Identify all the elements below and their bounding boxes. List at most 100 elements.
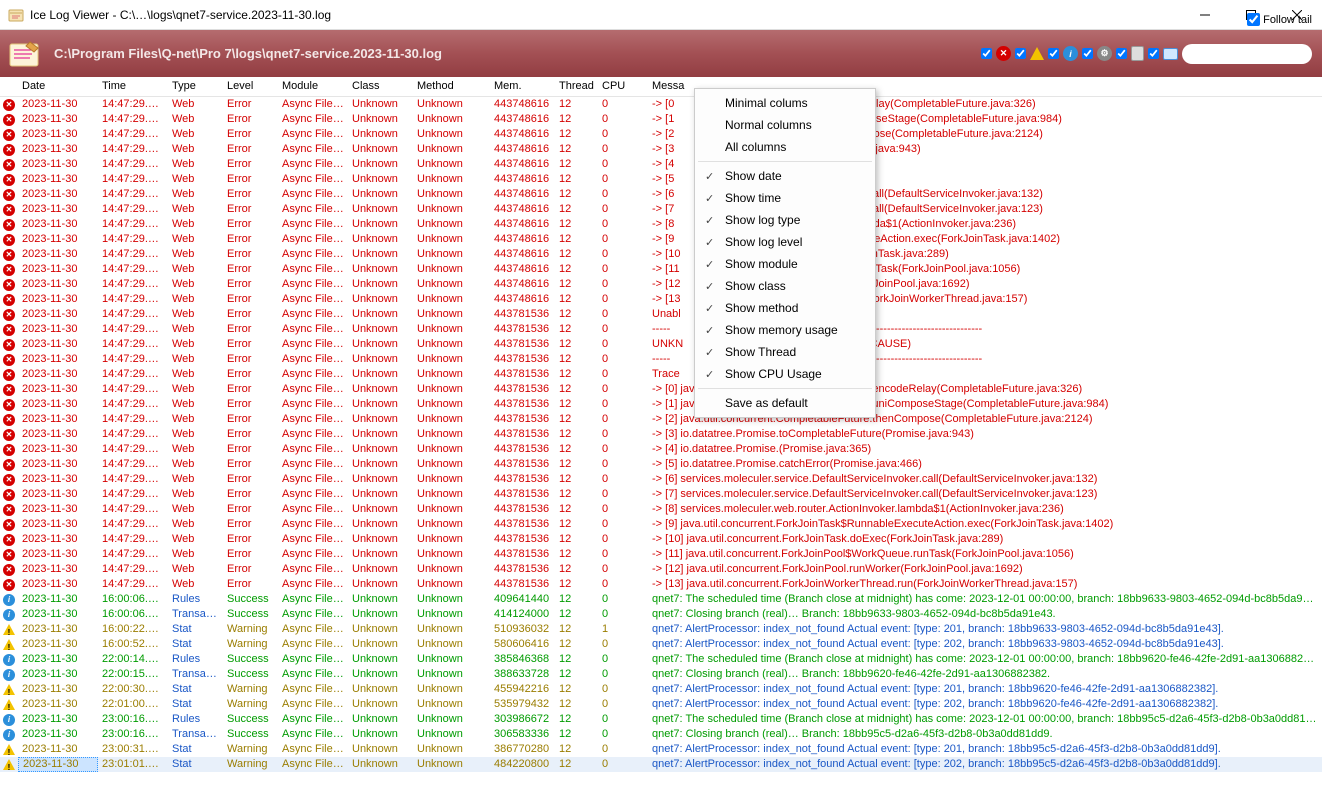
table-row[interactable]: ✕2023-11-3014:47:29.634WebErrorAsync Fil… bbox=[0, 442, 1322, 457]
table-row[interactable]: ✕2023-11-3014:47:29.634WebErrorAsync Fil… bbox=[0, 322, 1322, 337]
context-item[interactable]: Minimal colums bbox=[697, 92, 873, 114]
warning-filter-icon[interactable] bbox=[1030, 47, 1044, 60]
context-item[interactable]: ✓Show time bbox=[697, 187, 873, 209]
header-date[interactable]: Date bbox=[18, 77, 98, 96]
cell-date: 2023-11-30 bbox=[18, 517, 98, 532]
table-row[interactable]: ✕2023-11-3014:47:29.633WebErrorAsync Fil… bbox=[0, 112, 1322, 127]
table-row[interactable]: ✕2023-11-3014:47:29.634WebErrorAsync Fil… bbox=[0, 502, 1322, 517]
header-mem[interactable]: Mem. bbox=[490, 77, 555, 96]
doc-filter-icon[interactable] bbox=[1131, 46, 1144, 61]
table-row[interactable]: ✕2023-11-3014:47:29.634WebErrorAsync Fil… bbox=[0, 382, 1322, 397]
table-row[interactable]: ✕2023-11-3014:47:29.633WebErrorAsync Fil… bbox=[0, 142, 1322, 157]
context-item[interactable]: ✓Show log level bbox=[697, 231, 873, 253]
table-row[interactable]: ✕2023-11-3014:47:29.634WebErrorAsync Fil… bbox=[0, 457, 1322, 472]
cell-method: Unknown bbox=[413, 382, 490, 397]
cell-type: Web bbox=[168, 457, 223, 472]
context-item[interactable]: ✓Show class bbox=[697, 275, 873, 297]
table-row[interactable]: ✕2023-11-3014:47:29.634WebErrorAsync Fil… bbox=[0, 472, 1322, 487]
cell-level: Error bbox=[223, 97, 278, 112]
header-class[interactable]: Class bbox=[348, 77, 413, 96]
table-row[interactable]: ✕2023-11-3014:47:29.634WebErrorAsync Fil… bbox=[0, 532, 1322, 547]
table-row[interactable]: ✕2023-11-3014:47:29.634WebErrorAsync Fil… bbox=[0, 337, 1322, 352]
table-row[interactable]: ✕2023-11-3014:47:29.634WebErrorAsync Fil… bbox=[0, 517, 1322, 532]
filter-doc-check[interactable] bbox=[1116, 48, 1127, 59]
follow-tail-checkbox[interactable]: Follow tail bbox=[1247, 13, 1312, 26]
log-rows[interactable]: ✕2023-11-3014:47:29.633WebErrorAsync Fil… bbox=[0, 97, 1322, 786]
header-time[interactable]: Time bbox=[98, 77, 168, 96]
table-row[interactable]: ✕2023-11-3014:47:29.633WebErrorAsync Fil… bbox=[0, 97, 1322, 112]
context-item[interactable]: Normal columns bbox=[697, 114, 873, 136]
context-item[interactable]: ✓Show date bbox=[697, 165, 873, 187]
table-row[interactable]: ✕2023-11-3014:47:29.633WebErrorAsync Fil… bbox=[0, 217, 1322, 232]
check-icon: ✓ bbox=[705, 324, 714, 337]
table-row[interactable]: ✕2023-11-3014:47:29.634WebErrorAsync Fil… bbox=[0, 427, 1322, 442]
context-item[interactable]: ✓Show CPU Usage bbox=[697, 363, 873, 385]
table-row[interactable]: i2023-11-3016:00:06.397RulesSuccessAsync… bbox=[0, 592, 1322, 607]
header-type[interactable]: Type bbox=[168, 77, 223, 96]
context-item[interactable]: ✓Show method bbox=[697, 297, 873, 319]
context-item[interactable]: ✓Show memory usage bbox=[697, 319, 873, 341]
context-menu[interactable]: Minimal columsNormal columnsAll columns ✓… bbox=[694, 88, 876, 418]
table-row[interactable]: i2023-11-3022:00:15.100Transa…SuccessAsy… bbox=[0, 667, 1322, 682]
table-row[interactable]: 2023-11-3022:00:30.492StatWarningAsync F… bbox=[0, 682, 1322, 697]
table-row[interactable]: 2023-11-3016:00:22.566StatWarningAsync F… bbox=[0, 622, 1322, 637]
cell-thread: 12 bbox=[555, 277, 598, 292]
table-row[interactable]: ✕2023-11-3014:47:29.633WebErrorAsync Fil… bbox=[0, 202, 1322, 217]
header-method[interactable]: Method bbox=[413, 77, 490, 96]
cell-level: Error bbox=[223, 337, 278, 352]
info-filter-icon[interactable]: i bbox=[1063, 46, 1078, 61]
gear-filter-icon[interactable]: ⚙ bbox=[1097, 46, 1112, 61]
table-row[interactable]: ✕2023-11-3014:47:29.634WebErrorAsync Fil… bbox=[0, 487, 1322, 502]
table-row[interactable]: ✕2023-11-3014:47:29.634WebErrorAsync Fil… bbox=[0, 352, 1322, 367]
search-input[interactable] bbox=[1188, 48, 1322, 60]
filter-monitor-check[interactable] bbox=[1148, 48, 1159, 59]
table-row[interactable]: 2023-11-3023:01:01.764StatWarningAsync F… bbox=[0, 757, 1322, 772]
table-row[interactable]: ✕2023-11-3014:47:29.633WebErrorAsync Fil… bbox=[0, 247, 1322, 262]
table-row[interactable]: ✕2023-11-3014:47:29.633WebErrorAsync Fil… bbox=[0, 127, 1322, 142]
table-row[interactable]: ✕2023-11-3014:47:29.634WebErrorAsync Fil… bbox=[0, 412, 1322, 427]
header-thread[interactable]: Thread bbox=[555, 77, 598, 96]
follow-tail-input[interactable] bbox=[1247, 13, 1260, 26]
cell-level: Success bbox=[223, 712, 278, 727]
table-row[interactable]: i2023-11-3023:00:16.543Transa…SuccessAsy… bbox=[0, 727, 1322, 742]
cell-level: Warning bbox=[223, 622, 278, 637]
context-item[interactable]: ✓Show module bbox=[697, 253, 873, 275]
context-item[interactable]: All columns bbox=[697, 136, 873, 158]
header-cpu[interactable]: CPU bbox=[598, 77, 648, 96]
table-row[interactable]: ✕2023-11-3014:47:29.634WebErrorAsync Fil… bbox=[0, 577, 1322, 592]
search-box[interactable] bbox=[1182, 44, 1312, 64]
table-row[interactable]: ✕2023-11-3014:47:29.633WebErrorAsync Fil… bbox=[0, 277, 1322, 292]
table-row[interactable]: ✕2023-11-3014:47:29.633WebErrorAsync Fil… bbox=[0, 157, 1322, 172]
context-item[interactable]: Save as default bbox=[697, 392, 873, 414]
header-module[interactable]: Module bbox=[278, 77, 348, 96]
table-row[interactable]: ✕2023-11-3014:47:29.634WebErrorAsync Fil… bbox=[0, 397, 1322, 412]
cell-type: Transa… bbox=[168, 667, 223, 682]
table-row[interactable]: i2023-11-3016:00:06.722Transa…SuccessAsy… bbox=[0, 607, 1322, 622]
context-item[interactable]: ✓Show Thread bbox=[697, 341, 873, 363]
monitor-filter-icon[interactable] bbox=[1163, 48, 1178, 60]
error-filter-icon[interactable]: ✕ bbox=[996, 46, 1011, 61]
table-row[interactable]: ✕2023-11-3014:47:29.634WebErrorAsync Fil… bbox=[0, 547, 1322, 562]
header-level[interactable]: Level bbox=[223, 77, 278, 96]
table-row[interactable]: 2023-11-3016:00:52.572StatWarningAsync F… bbox=[0, 637, 1322, 652]
table-row[interactable]: ✕2023-11-3014:47:29.633WebErrorAsync Fil… bbox=[0, 232, 1322, 247]
table-row[interactable]: 2023-11-3022:01:00.507StatWarningAsync F… bbox=[0, 697, 1322, 712]
table-row[interactable]: i2023-11-3022:00:14.794RulesSuccessAsync… bbox=[0, 652, 1322, 667]
table-row[interactable]: 2023-11-3023:00:31.763StatWarningAsync F… bbox=[0, 742, 1322, 757]
filter-error-check[interactable] bbox=[981, 48, 992, 59]
filter-warning-check[interactable] bbox=[1015, 48, 1026, 59]
minimize-button[interactable] bbox=[1182, 0, 1228, 30]
context-item[interactable]: ✓Show log type bbox=[697, 209, 873, 231]
table-row[interactable]: ✕2023-11-3014:47:29.633WebErrorAsync Fil… bbox=[0, 172, 1322, 187]
table-row[interactable]: ✕2023-11-3014:47:29.634WebErrorAsync Fil… bbox=[0, 367, 1322, 382]
table-row[interactable]: ✕2023-11-3014:47:29.634WebErrorAsync Fil… bbox=[0, 307, 1322, 322]
table-row[interactable]: ✕2023-11-3014:47:29.634WebErrorAsync Fil… bbox=[0, 562, 1322, 577]
column-headers[interactable]: Date Time Type Level Module Class Method… bbox=[0, 77, 1322, 97]
table-row[interactable]: ✕2023-11-3014:47:29.633WebErrorAsync Fil… bbox=[0, 187, 1322, 202]
table-row[interactable]: i2023-11-3023:00:16.237RulesSuccessAsync… bbox=[0, 712, 1322, 727]
cell-time: 14:47:29.633 bbox=[98, 262, 168, 277]
filter-info-check[interactable] bbox=[1048, 48, 1059, 59]
filter-gear-check[interactable] bbox=[1082, 48, 1093, 59]
table-row[interactable]: ✕2023-11-3014:47:29.633WebErrorAsync Fil… bbox=[0, 292, 1322, 307]
table-row[interactable]: ✕2023-11-3014:47:29.633WebErrorAsync Fil… bbox=[0, 262, 1322, 277]
